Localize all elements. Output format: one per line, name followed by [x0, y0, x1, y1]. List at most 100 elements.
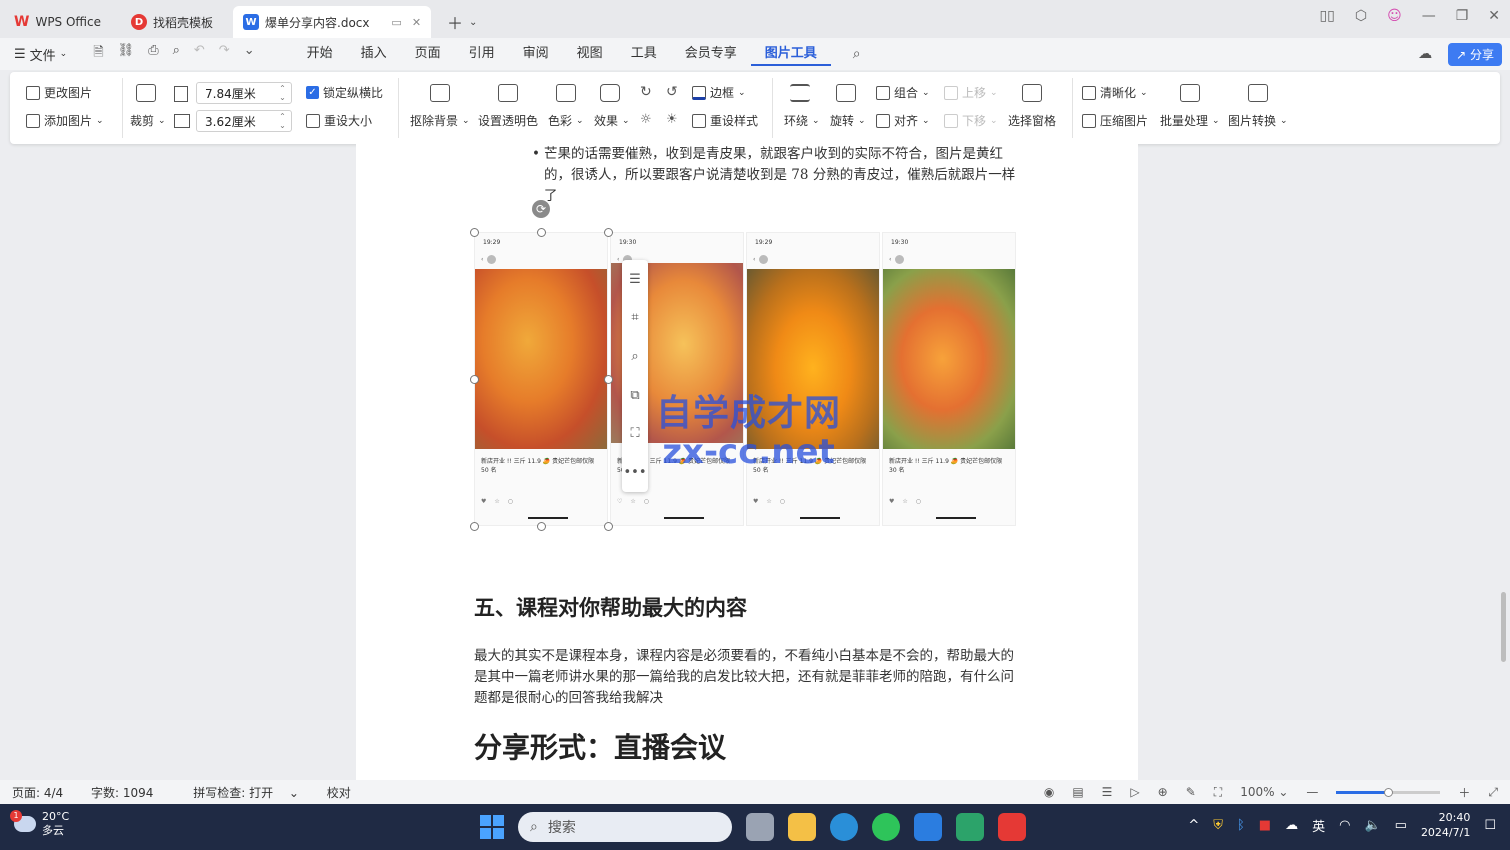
play-icon[interactable]: ▷ [1130, 785, 1139, 799]
app-tray-icon[interactable]: ■ [1259, 818, 1271, 833]
resize-handle[interactable] [604, 228, 613, 237]
wrap-button[interactable]: 环绕 ⌄ [784, 112, 820, 129]
effects-icon[interactable] [600, 84, 620, 102]
align-button[interactable]: 对齐 ⌄ [876, 112, 930, 129]
wrap-text-icon[interactable]: ☰ [629, 272, 641, 287]
chevron-up-icon[interactable]: ^ [1188, 818, 1199, 833]
reset-style-button[interactable]: 重设样式 [692, 112, 758, 129]
notification-icon[interactable]: ☐ [1484, 818, 1496, 833]
resize-handle[interactable] [537, 522, 546, 531]
crop-button[interactable]: 裁剪 ⌄ [130, 112, 166, 129]
menu-home[interactable]: 开始 [293, 42, 347, 66]
zoom-icon[interactable]: ⌕ [631, 349, 638, 364]
lock-ratio-checkbox[interactable]: ✓ 锁定纵横比 [306, 84, 383, 101]
color-icon[interactable] [556, 84, 576, 102]
bring-forward-button[interactable]: 上移 ⌄ [944, 84, 998, 101]
selected-image[interactable]: 19:29 ‹ 新店开业 !! 三斤 11.9 🥭 贵妃芒包邮仅限 50 名 ♥… [470, 200, 1016, 531]
wechat-icon[interactable] [872, 813, 900, 841]
menu-insert[interactable]: 插入 [347, 42, 401, 66]
more-icon[interactable]: ••• [623, 465, 646, 480]
zoom-in-icon[interactable]: ＋ [1458, 784, 1470, 801]
page-indicator[interactable]: 页面: 4/4 [12, 786, 63, 800]
compress-button[interactable]: 压缩图片 [1082, 112, 1148, 129]
border-button[interactable]: 边框 ⌄ [692, 84, 746, 101]
resize-handle[interactable] [604, 375, 613, 384]
spell-check[interactable]: 拼写检查: 打开 ⌄ [181, 786, 299, 800]
file-explorer-icon[interactable] [788, 813, 816, 841]
effects-button[interactable]: 效果 ⌄ [594, 112, 630, 129]
rotate-right-icon[interactable]: ↺ [666, 84, 678, 100]
fit-icon[interactable]: ⛶ [1214, 785, 1222, 800]
rotate-button[interactable]: 旋转 ⌄ [830, 112, 866, 129]
pen-icon[interactable]: ✎ [1186, 785, 1196, 799]
set-transparent-button[interactable]: 设置透明色 [478, 112, 538, 129]
width-input[interactable]: 7.84厘米 [196, 82, 292, 104]
zoom-knob[interactable] [1384, 787, 1394, 797]
volume-icon[interactable]: 🔈 [1364, 818, 1380, 833]
rotate-icon[interactable]: ⧉ [630, 388, 639, 403]
rotate-handle-icon[interactable]: ⟳ [532, 200, 550, 218]
wps-taskbar-icon[interactable] [998, 813, 1026, 841]
tab-document[interactable]: W 爆单分享内容.docx ▭ ✕ [233, 6, 432, 38]
menu-picture-tools[interactable]: 图片工具 [750, 42, 831, 66]
wrap-icon[interactable] [790, 84, 810, 102]
extract-text-icon[interactable]: ⛶ [630, 426, 639, 441]
change-image-button[interactable]: 更改图片 [26, 84, 92, 101]
onedrive-icon[interactable]: ☁ [1285, 818, 1298, 833]
undo-icon[interactable]: ↶ [194, 43, 205, 65]
zoom-level[interactable]: 100% ⌄ [1240, 785, 1288, 799]
menu-review[interactable]: 审阅 [509, 42, 563, 66]
proofread[interactable]: 校对 [327, 786, 351, 800]
batch-icon[interactable] [1180, 84, 1200, 102]
menu-member[interactable]: 会员专享 [671, 42, 751, 66]
restore-icon[interactable]: ❐ [1456, 8, 1469, 24]
crop-icon[interactable]: ⌗ [631, 310, 638, 325]
file-menu[interactable]: ☰ 文件 ⌄ [14, 45, 67, 64]
minimize-icon[interactable]: — [1422, 8, 1436, 24]
input-language[interactable]: 英 [1312, 816, 1325, 835]
page-view-icon[interactable]: ▤ [1072, 785, 1083, 799]
photos-app-icon[interactable] [914, 813, 942, 841]
save-icon[interactable]: 🗎 [93, 43, 103, 65]
close-tab-icon[interactable]: ✕ [412, 16, 421, 29]
selection-pane-button[interactable]: 选择窗格 [1008, 112, 1056, 129]
share-button[interactable]: ↗ 分享 [1448, 42, 1502, 66]
layout-icon[interactable]: ▯▯ [1319, 8, 1334, 24]
weather-widget[interactable]: 1 20°C 多云 [10, 810, 69, 838]
eye-icon[interactable]: ◉ [1044, 785, 1054, 799]
resize-handle[interactable] [470, 375, 479, 384]
zoom-slider[interactable] [1336, 787, 1441, 797]
screen-app-icon[interactable] [956, 813, 984, 841]
new-tab-button[interactable]: ＋ ⌄ [447, 6, 477, 38]
resize-handle[interactable] [470, 228, 479, 237]
selection-pane-icon[interactable] [1022, 84, 1042, 102]
menu-view[interactable]: 视图 [563, 42, 617, 66]
menu-tools[interactable]: 工具 [617, 42, 671, 66]
convert-icon[interactable] [1248, 84, 1268, 102]
brightness-down-icon[interactable]: ☀ [666, 112, 678, 127]
pin-tab-icon[interactable]: ▭ [391, 16, 401, 29]
resize-handle[interactable] [537, 228, 546, 237]
taskbar-search[interactable]: ⌕ 搜索 [518, 812, 732, 842]
task-view-icon[interactable] [746, 813, 774, 841]
web-view-icon[interactable]: ⊕ [1158, 785, 1168, 799]
transparent-icon[interactable] [498, 84, 518, 102]
remove-bg-button[interactable]: 抠除背景 ⌄ [410, 112, 470, 129]
sharpen-button[interactable]: 清晰化 ⌄ [1082, 84, 1148, 101]
convert-button[interactable]: 图片转换 ⌄ [1228, 112, 1288, 129]
redo-icon[interactable]: ↷ [219, 43, 230, 65]
word-count[interactable]: 字数: 1094 [91, 786, 153, 800]
menu-page[interactable]: 页面 [401, 42, 455, 66]
send-backward-button[interactable]: 下移 ⌄ [944, 112, 998, 129]
outline-view-icon[interactable]: ☰ [1102, 785, 1113, 799]
zoom-out-icon[interactable]: — [1306, 785, 1318, 799]
tab-wps-office[interactable]: W WPS Office [4, 6, 111, 38]
cloud-sync-icon[interactable]: ☁ [1418, 46, 1432, 62]
tab-template[interactable]: D 找稻壳模板 [121, 6, 223, 38]
cube-icon[interactable]: ⬡ [1355, 8, 1367, 24]
crop-icon[interactable] [136, 84, 156, 102]
link-icon[interactable]: ⛓ [118, 43, 135, 65]
rotate-left-icon[interactable]: ↻ [640, 84, 652, 100]
resize-handle[interactable] [604, 522, 613, 531]
edge-browser-icon[interactable] [830, 813, 858, 841]
